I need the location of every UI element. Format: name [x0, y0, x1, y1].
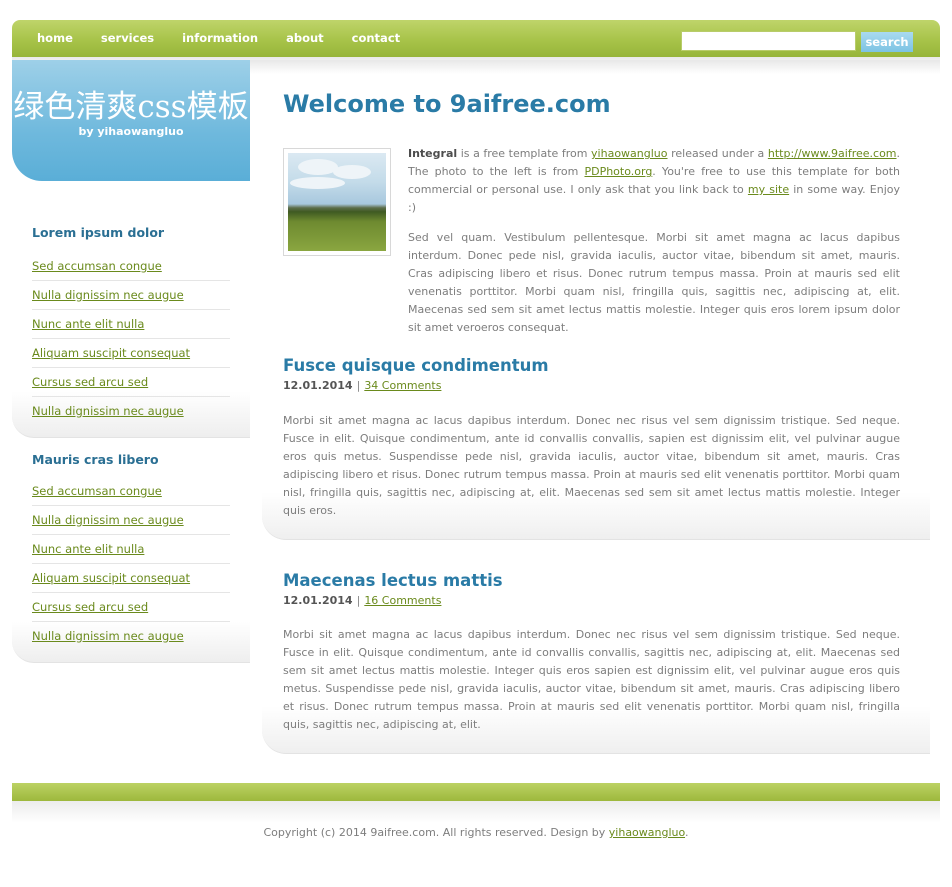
- sidebar-link[interactable]: Aliquam suscipit consequat: [32, 346, 190, 360]
- list-item: Nulla dignissim nec augue: [32, 397, 230, 426]
- intro-bold: Integral: [408, 147, 458, 160]
- copyright-end: .: [685, 826, 689, 839]
- sidebar-box-2: Mauris cras libero Sed accumsan congue N…: [12, 438, 250, 663]
- post-comments-link[interactable]: 34 Comments: [364, 379, 441, 392]
- post-meta: 12.01.2014 | 16 Comments: [283, 594, 441, 607]
- footer-copyright: Copyright (c) 2014 9aifree.com. All righ…: [0, 826, 952, 839]
- sidebar-link[interactable]: Nunc ante elit nulla: [32, 542, 144, 556]
- sidebar-link[interactable]: Aliquam suscipit consequat: [32, 571, 190, 585]
- list-item: Cursus sed arcu sed: [32, 593, 230, 622]
- search-input[interactable]: [681, 31, 856, 51]
- footer-designer-link[interactable]: yihaowangluo: [609, 826, 685, 839]
- post-title: Maecenas lectus mattis: [283, 571, 503, 590]
- sidebar-link[interactable]: Sed accumsan congue: [32, 259, 162, 273]
- sidebar-link[interactable]: Sed accumsan congue: [32, 484, 162, 498]
- list-item: Aliquam suscipit consequat: [32, 564, 230, 593]
- top-nav-bar: home services information about contact …: [12, 20, 940, 57]
- nav-about-link[interactable]: about: [272, 20, 338, 57]
- page-title: Welcome to 9aifree.com: [283, 90, 611, 118]
- sidebar-link[interactable]: Nunc ante elit nulla: [32, 317, 144, 331]
- meta-separator: |: [356, 379, 361, 392]
- post-comments-link[interactable]: 16 Comments: [364, 594, 441, 607]
- list-item: Nunc ante elit nulla: [32, 535, 230, 564]
- main-top-shade: [250, 60, 940, 74]
- sidebar-link[interactable]: Nulla dignissim nec augue: [32, 288, 184, 302]
- post-body: Morbi sit amet magna ac lacus dapibus in…: [283, 628, 900, 731]
- list-item: Nulla dignissim nec augue: [32, 506, 230, 535]
- sidebar-box-1: Lorem ipsum dolor Sed accumsan congue Nu…: [12, 184, 250, 438]
- cloud-shape: [290, 177, 345, 189]
- list-item: Nulla dignissim nec augue: [32, 622, 230, 651]
- sidebar-box-title: Lorem ipsum dolor: [32, 225, 165, 240]
- sidebar-link-list: Sed accumsan congue Nulla dignissim nec …: [32, 477, 230, 651]
- post-date: 12.01.2014: [283, 594, 353, 607]
- nav-contact-link[interactable]: contact: [338, 20, 414, 57]
- landscape-photo: [283, 148, 391, 256]
- footer-shade: [12, 801, 940, 823]
- list-item: Sed accumsan congue: [32, 477, 230, 506]
- sidebar-link[interactable]: Cursus sed arcu sed: [32, 600, 148, 614]
- list-item: Sed accumsan congue: [32, 252, 230, 281]
- sidebar-link[interactable]: Cursus sed arcu sed: [32, 375, 148, 389]
- post-body: Morbi sit amet magna ac lacus dapibus in…: [283, 414, 900, 517]
- intro-text: released under a: [667, 147, 768, 160]
- my-site-link[interactable]: my site: [748, 183, 789, 196]
- post-date: 12.01.2014: [283, 379, 353, 392]
- site-logo: 绿色清爽css模板 by yihaowangluo: [12, 60, 250, 181]
- logo-title: 绿色清爽css模板: [13, 89, 249, 125]
- nav-home-link[interactable]: home: [12, 20, 87, 57]
- nav-information-link[interactable]: information: [168, 20, 272, 57]
- yihaowangluo-link[interactable]: yihaowangluo: [591, 147, 667, 160]
- footer-bar: [12, 783, 940, 801]
- intro-paragraph: Integral is a free template from yihaowa…: [408, 145, 900, 217]
- sidebar-box-title: Mauris cras libero: [32, 452, 159, 467]
- list-item: Nulla dignissim nec augue: [32, 281, 230, 310]
- cloud-shape: [333, 165, 371, 179]
- sidebar-link[interactable]: Nulla dignissim nec augue: [32, 629, 184, 643]
- search-button[interactable]: search: [861, 32, 913, 52]
- site-url-link[interactable]: http://www.9aifree.com: [768, 147, 897, 160]
- list-item: Nunc ante elit nulla: [32, 310, 230, 339]
- sidebar-link-list: Sed accumsan congue Nulla dignissim nec …: [32, 252, 230, 426]
- main-nav: home services information about contact: [12, 20, 414, 57]
- list-item: Cursus sed arcu sed: [32, 368, 230, 397]
- copyright-text: Copyright (c) 2014 9aifree.com. All righ…: [263, 826, 609, 839]
- pdphoto-link[interactable]: PDPhoto.org: [584, 165, 652, 178]
- meta-separator: |: [356, 594, 361, 607]
- landscape-image: [288, 153, 386, 251]
- post-meta: 12.01.2014 | 34 Comments: [283, 379, 441, 392]
- list-item: Aliquam suscipit consequat: [32, 339, 230, 368]
- sidebar-link[interactable]: Nulla dignissim nec augue: [32, 404, 184, 418]
- cloud-shape: [298, 159, 338, 175]
- intro-text: is a free template from: [457, 147, 592, 160]
- post-title: Fusce quisque condimentum: [283, 356, 549, 375]
- intro-paragraph-2: Sed vel quam. Vestibulum pellentesque. M…: [408, 231, 900, 334]
- sidebar-link[interactable]: Nulla dignissim nec augue: [32, 513, 184, 527]
- nav-services-link[interactable]: services: [87, 20, 168, 57]
